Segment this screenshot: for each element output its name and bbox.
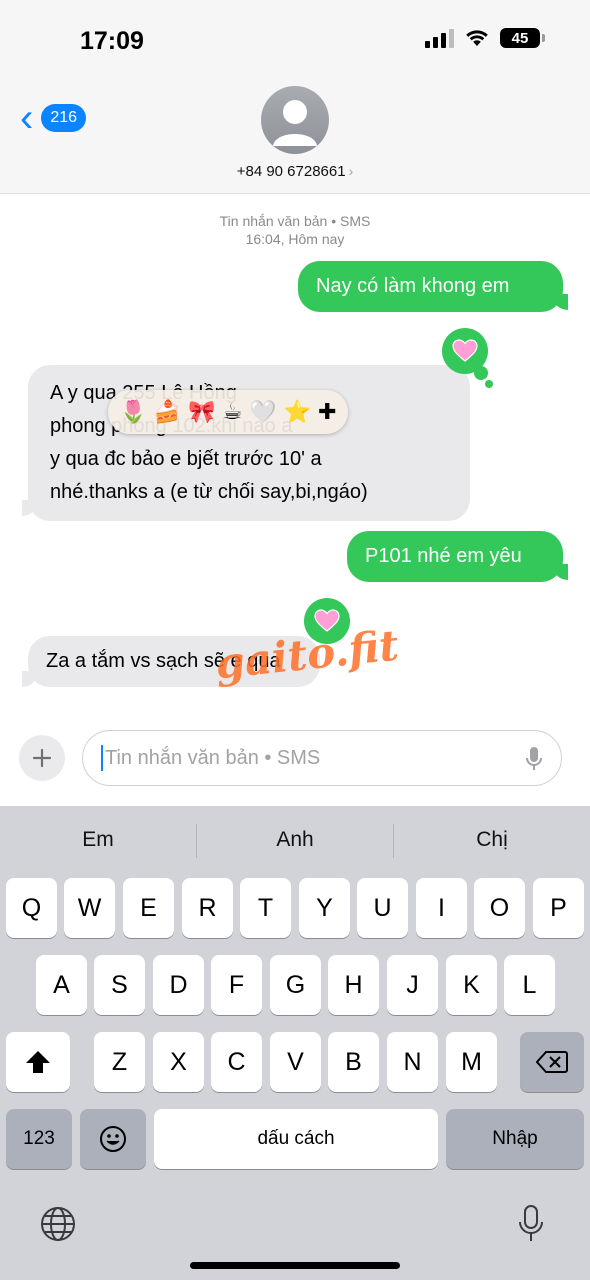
cellular-signal-icon [425, 28, 454, 48]
cake-icon: 🍰 [153, 399, 182, 425]
key-j[interactable]: J [387, 955, 438, 1015]
message-placeholder: Tin nhắn văn bản • SMS [105, 746, 321, 769]
microphone-icon[interactable] [525, 746, 543, 772]
contact-avatar[interactable] [261, 86, 329, 154]
key-t[interactable]: T [240, 878, 291, 938]
chevron-left-icon: ‹ [20, 96, 34, 140]
suggestion-item[interactable]: Anh [197, 828, 393, 852]
chevron-right-icon: › [348, 163, 354, 179]
reaction-tail [485, 380, 493, 388]
suggestion-bar: Em Anh Chị [0, 806, 590, 876]
heart-icon [452, 339, 478, 362]
key-c[interactable]: C [211, 1032, 262, 1092]
key-g[interactable]: G [270, 955, 321, 1015]
contact-name-row[interactable]: +84 90 6728661 › [0, 163, 590, 180]
message-line: y qua đc bảo e bjết trước 10' a [50, 448, 322, 470]
emoji-key[interactable] [80, 1109, 146, 1169]
key-x[interactable]: X [153, 1032, 204, 1092]
shift-key[interactable] [6, 1032, 70, 1092]
key-s[interactable]: S [94, 955, 145, 1015]
plus-icon [32, 748, 52, 768]
key-w[interactable]: W [64, 878, 115, 938]
text-caret [101, 745, 103, 771]
key-e[interactable]: E [123, 878, 174, 938]
contact-number: +84 90 6728661 [236, 163, 346, 180]
back-button[interactable]: ‹ 216 [20, 96, 87, 140]
key-u[interactable]: U [357, 878, 408, 938]
message-line: nhé.thanks a (e từ chối say,bi,ngáo) [50, 481, 368, 503]
key-v[interactable]: V [270, 1032, 321, 1092]
status-icons: 45 [425, 28, 545, 48]
keyboard: Em Anh Chị Q W E R T Y U I O P A S D F G… [0, 806, 590, 1280]
coffee-icon: ☕ [222, 399, 243, 425]
numbers-key[interactable]: 123 [6, 1109, 72, 1169]
return-key[interactable]: Nhập [446, 1109, 584, 1169]
dictation-microphone-icon[interactable] [518, 1204, 544, 1244]
conversation-header: 17:09 45 ‹ 216 +84 90 6728661 › [0, 0, 590, 194]
suggestion-item[interactable]: Chị [394, 828, 590, 852]
message-outgoing[interactable]: P101 nhé em yêu [347, 531, 563, 582]
thread-meta-type: Tin nhắn văn bản • SMS [219, 213, 371, 229]
message-composer: Tin nhắn văn bản • SMS [0, 720, 590, 806]
key-n[interactable]: N [387, 1032, 438, 1092]
watermark: gaito.fit [212, 620, 401, 689]
key-b[interactable]: B [328, 1032, 379, 1092]
key-r[interactable]: R [182, 878, 233, 938]
person-icon [273, 100, 317, 146]
key-y[interactable]: Y [299, 878, 350, 938]
white-heart-icon: 🤍 [249, 399, 277, 425]
smiley-icon [100, 1126, 126, 1152]
key-p[interactable]: P [533, 878, 584, 938]
message-input[interactable]: Tin nhắn văn bản • SMS [82, 730, 562, 786]
message-incoming[interactable]: A y qua 255 Lê Hồng phong phòng 102.khi … [28, 365, 470, 521]
key-m[interactable]: M [446, 1032, 497, 1092]
key-h[interactable]: H [328, 955, 379, 1015]
key-i[interactable]: I [416, 878, 467, 938]
key-k[interactable]: K [446, 955, 497, 1015]
shift-icon [26, 1051, 50, 1073]
key-o[interactable]: O [474, 878, 525, 938]
thread-meta-time: 16:04, Hôm nay [245, 231, 345, 247]
delete-icon [536, 1051, 568, 1073]
space-key[interactable]: dấu cách [154, 1109, 438, 1169]
wifi-icon [466, 30, 488, 46]
key-f[interactable]: F [211, 955, 262, 1015]
message-outgoing[interactable]: Nay có làm khong em [298, 261, 563, 312]
backspace-key[interactable] [520, 1032, 584, 1092]
key-d[interactable]: D [153, 955, 204, 1015]
tulip-icon: 🌷 [119, 399, 147, 425]
emoji-sticker[interactable]: 🌷 🍰 🎀 ☕ 🤍 ⭐ ✚ [108, 390, 348, 434]
status-time: 17:09 [80, 27, 144, 55]
ribbon-icon: 🎀 [188, 399, 216, 425]
add-attachment-button[interactable] [19, 735, 65, 781]
key-l[interactable]: L [504, 955, 555, 1015]
key-a[interactable]: A [36, 955, 87, 1015]
cross-icon: ✚ [318, 399, 337, 425]
suggestion-item[interactable]: Em [0, 828, 196, 852]
star-icon: ⭐ [283, 399, 312, 425]
key-z[interactable]: Z [94, 1032, 145, 1092]
home-indicator [190, 1262, 400, 1269]
battery-icon: 45 [500, 28, 545, 48]
key-q[interactable]: Q [6, 878, 57, 938]
reaction-tail [474, 366, 488, 380]
unread-count-badge: 216 [41, 104, 87, 132]
globe-icon[interactable] [40, 1206, 76, 1242]
